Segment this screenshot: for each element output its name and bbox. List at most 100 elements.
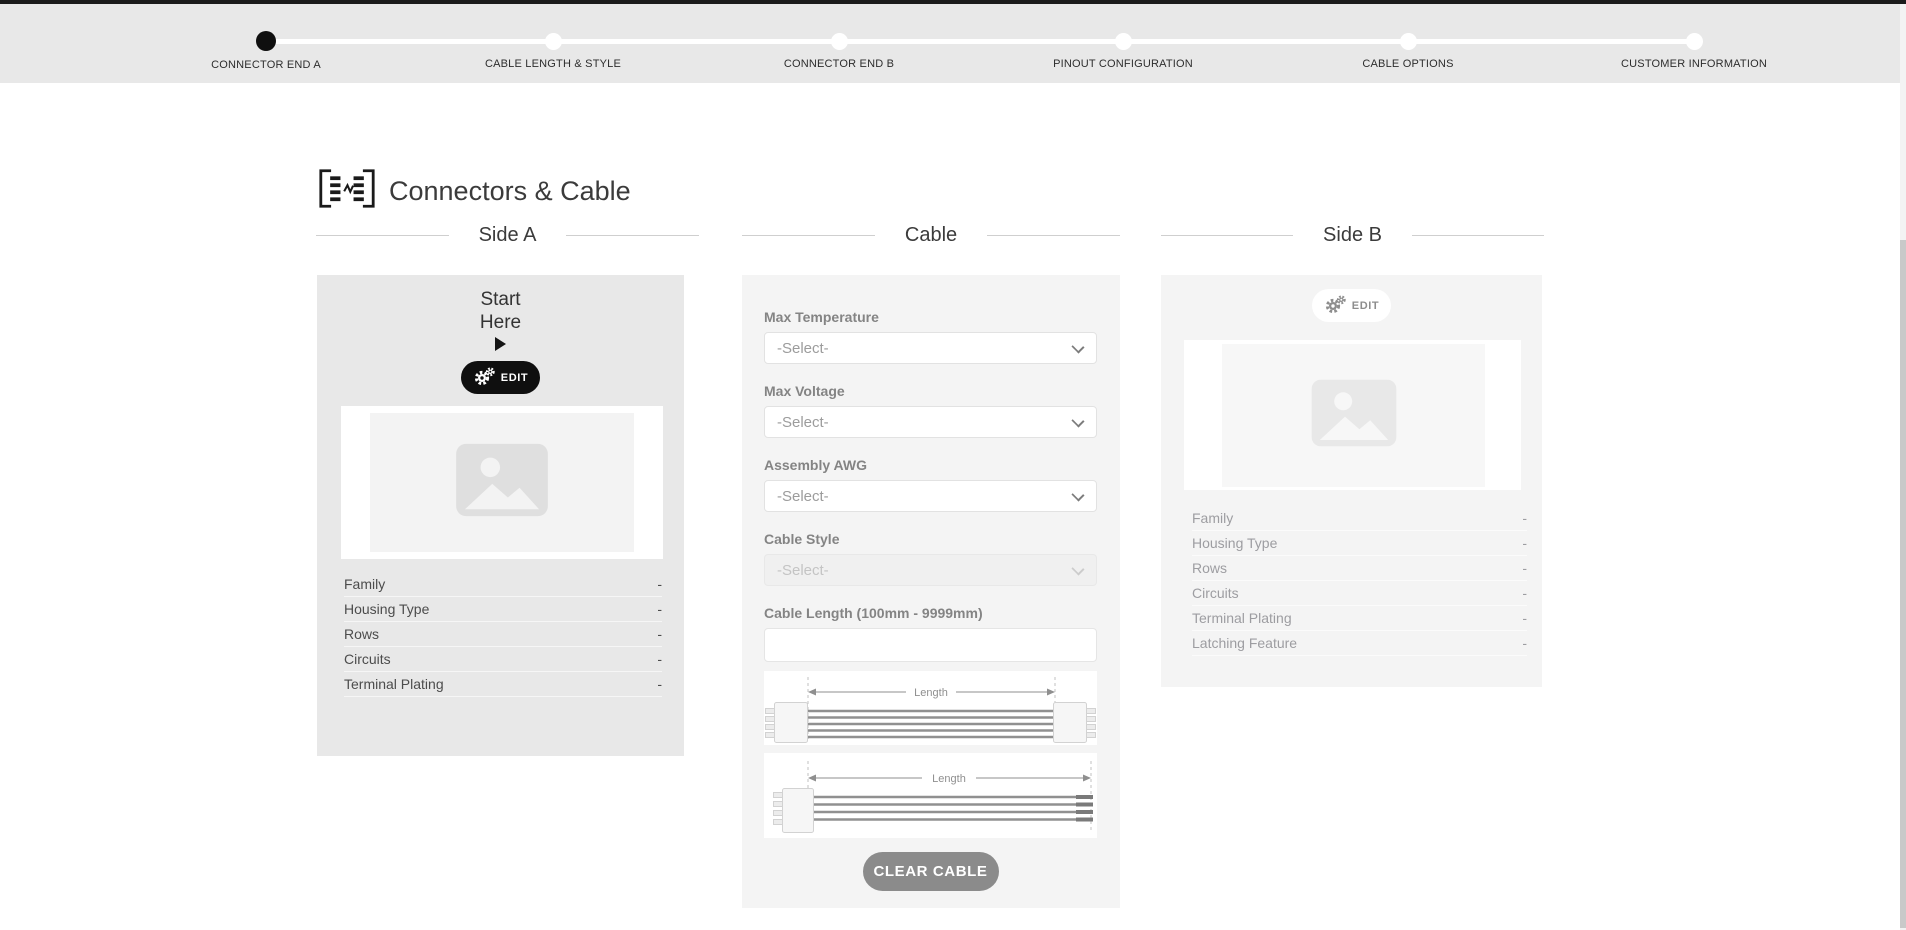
- connector-mating-icon: [318, 166, 376, 216]
- spec-value: -: [657, 651, 662, 667]
- step-label: PINOUT CONFIGURATION: [1003, 58, 1243, 70]
- assembly-awg-label: Assembly AWG: [764, 457, 1097, 474]
- spec-value: -: [657, 626, 662, 642]
- spec-row-terminal-plating: Terminal Plating -: [344, 672, 662, 697]
- spec-row-rows: Rows -: [344, 622, 662, 647]
- spec-label: Family: [344, 576, 385, 592]
- triangle-right-icon: [495, 337, 506, 351]
- max-voltage-select[interactable]: -Select-: [764, 406, 1097, 438]
- spec-row-circuits: Circuits -: [1192, 581, 1527, 606]
- max-temperature-group: Max Temperature -Select-: [764, 309, 1097, 364]
- spec-row-latching-feature: Latching Feature -: [1192, 631, 1527, 656]
- side-a-image-placeholder: [370, 413, 634, 552]
- vertical-scrollbar[interactable]: [1900, 4, 1906, 930]
- spec-row-circuits: Circuits -: [344, 647, 662, 672]
- max-temperature-select[interactable]: -Select-: [764, 332, 1097, 364]
- spec-value: -: [1522, 635, 1527, 651]
- spec-value: -: [1522, 535, 1527, 551]
- gear-icon: [1324, 295, 1346, 317]
- cable-style-label: Cable Style: [764, 531, 1097, 548]
- assembly-awg-select[interactable]: -Select-: [764, 480, 1097, 512]
- spec-row-terminal-plating: Terminal Plating -: [1192, 606, 1527, 631]
- step-dot[interactable]: [1400, 33, 1417, 50]
- step-connector-end-b[interactable]: CONNECTOR END B: [719, 0, 959, 70]
- step-dot[interactable]: [1686, 33, 1703, 50]
- spec-row-housing-type: Housing Type -: [344, 597, 662, 622]
- chevron-down-icon: [1071, 340, 1084, 353]
- scrollbar-thumb[interactable]: [1900, 240, 1906, 928]
- heading-rule-left: [742, 235, 875, 236]
- step-label: CABLE LENGTH & STYLE: [433, 58, 673, 70]
- image-icon: [453, 441, 551, 524]
- step-label: CABLE OPTIONS: [1288, 58, 1528, 70]
- cable-configurator-page: CONNECTOR END A CABLE LENGTH & STYLE CON…: [0, 0, 1906, 930]
- spec-label: Circuits: [344, 651, 391, 667]
- side-a-spec-list: Family - Housing Type - Rows - Circuits …: [344, 572, 662, 697]
- spec-label: Housing Type: [1192, 535, 1277, 551]
- cable-card: Max Temperature -Select- Max Voltage -Se…: [742, 275, 1120, 908]
- side-b-edit-button[interactable]: EDIT: [1312, 289, 1391, 322]
- side-a-edit-button[interactable]: EDIT: [461, 361, 540, 394]
- spec-label: Housing Type: [344, 601, 429, 617]
- side-b-card: EDIT Family - Housing Type -: [1161, 275, 1542, 687]
- spec-value: -: [657, 576, 662, 592]
- step-customer-information[interactable]: CUSTOMER INFORMATION: [1574, 0, 1814, 70]
- step-dot[interactable]: [1115, 33, 1132, 50]
- start-here-hint: Start Here: [317, 275, 684, 357]
- step-label: CONNECTOR END A: [146, 59, 386, 71]
- step-cable-length-style[interactable]: CABLE LENGTH & STYLE: [433, 0, 673, 70]
- spec-label: Latching Feature: [1192, 635, 1297, 651]
- chevron-down-icon: [1071, 414, 1084, 427]
- step-label: CONNECTOR END B: [719, 58, 959, 70]
- clear-cable-label: CLEAR CABLE: [873, 863, 987, 880]
- spec-value: -: [1522, 510, 1527, 526]
- step-dot[interactable]: [831, 33, 848, 50]
- edit-button-label: EDIT: [1352, 300, 1379, 312]
- spec-value: -: [657, 601, 662, 617]
- page-title: Connectors & Cable: [389, 176, 631, 207]
- step-dot-active[interactable]: [256, 31, 276, 51]
- spec-label: Rows: [1192, 560, 1227, 576]
- step-connector-end-a[interactable]: CONNECTOR END A: [146, 0, 386, 71]
- page-title-row: Connectors & Cable: [318, 166, 631, 216]
- heading-text: Side A: [449, 224, 567, 247]
- spec-row-family: Family -: [1192, 506, 1527, 531]
- chevron-down-icon: [1071, 562, 1084, 575]
- edit-button-label: EDIT: [501, 372, 528, 384]
- cable-length-input[interactable]: [764, 628, 1097, 662]
- heading-rule-right: [566, 235, 699, 236]
- image-icon: [1309, 377, 1399, 454]
- side-a-image-frame: [341, 406, 663, 559]
- spec-row-rows: Rows -: [1192, 556, 1527, 581]
- heading-rule-left: [316, 235, 449, 236]
- length-annotation: Length: [932, 773, 966, 785]
- length-annotation: Length: [914, 687, 948, 699]
- cable-style-group: Cable Style -Select-: [764, 531, 1097, 586]
- spec-value: -: [1522, 560, 1527, 576]
- stepper: CONNECTOR END A CABLE LENGTH & STYLE CON…: [0, 0, 1906, 83]
- heading-rule-right: [987, 235, 1120, 236]
- cable-diagram-stripped-ends: Length: [764, 753, 1097, 838]
- step-cable-options[interactable]: CABLE OPTIONS: [1288, 0, 1528, 70]
- chevron-down-icon: [1071, 488, 1084, 501]
- start-hint-line2: Here: [317, 311, 684, 334]
- heading-rule-left: [1161, 235, 1293, 236]
- cable-length-group: Cable Length (100mm - 9999mm): [764, 605, 1097, 662]
- spec-value: -: [1522, 585, 1527, 601]
- spec-value: -: [657, 676, 662, 692]
- clear-cable-button[interactable]: CLEAR CABLE: [863, 852, 999, 891]
- start-hint-line1: Start: [317, 288, 684, 311]
- step-dot[interactable]: [545, 33, 562, 50]
- step-pinout-configuration[interactable]: PINOUT CONFIGURATION: [1003, 0, 1243, 70]
- gear-icon: [473, 367, 495, 389]
- assembly-awg-group: Assembly AWG -Select-: [764, 457, 1097, 512]
- spec-value: -: [1522, 610, 1527, 626]
- cable-heading: Cable: [742, 222, 1120, 248]
- cable-length-label: Cable Length (100mm - 9999mm): [764, 605, 1097, 622]
- max-temperature-label: Max Temperature: [764, 309, 1097, 326]
- max-voltage-group: Max Voltage -Select-: [764, 383, 1097, 438]
- side-b-heading: Side B: [1161, 222, 1544, 248]
- spec-label: Family: [1192, 510, 1233, 526]
- spec-label: Rows: [344, 626, 379, 642]
- side-b-spec-list: Family - Housing Type - Rows - Circuits …: [1192, 506, 1527, 656]
